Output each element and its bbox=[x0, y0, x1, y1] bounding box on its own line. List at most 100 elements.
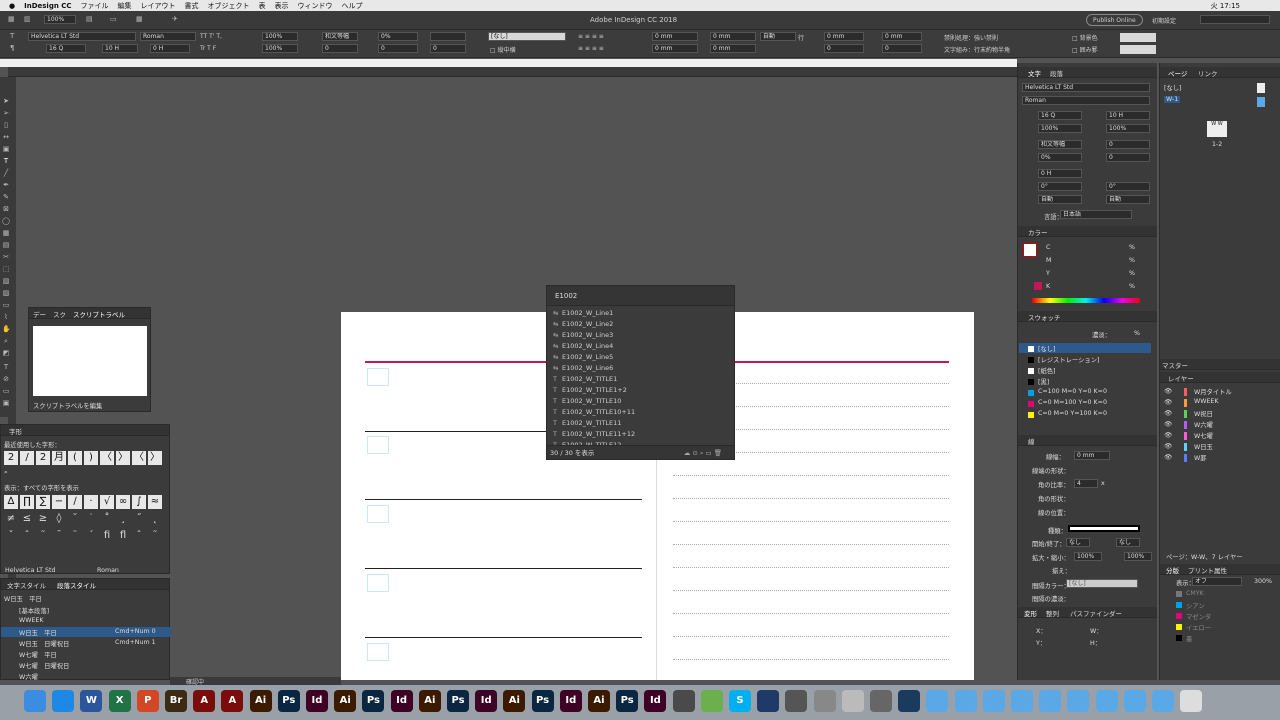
ink-item[interactable]: マゼンタ bbox=[1186, 612, 1211, 621]
tab-script[interactable]: スク bbox=[53, 309, 66, 319]
swatch-item[interactable]: [紙色] bbox=[1038, 366, 1056, 375]
eye-icon[interactable]: 👁 bbox=[1164, 420, 1172, 428]
glyph-cell[interactable]: ﬁ bbox=[100, 529, 114, 543]
glyph-cell[interactable]: ∏ bbox=[20, 495, 34, 509]
apple-icon[interactable]: ● bbox=[9, 2, 15, 10]
char-kerning[interactable]: 和文等幅 bbox=[1038, 140, 1082, 149]
menu-table[interactable]: 表 bbox=[259, 1, 266, 11]
scissors-tool-icon[interactable]: ✂ bbox=[2, 253, 10, 261]
eye-icon[interactable]: 👁 bbox=[1164, 387, 1172, 395]
safari-icon[interactable] bbox=[52, 690, 75, 712]
script-label-textarea[interactable] bbox=[33, 326, 147, 396]
folder2-icon[interactable] bbox=[954, 690, 977, 712]
glyph-cell[interactable]: ˜ bbox=[148, 529, 162, 543]
date-frame[interactable] bbox=[367, 643, 389, 661]
recent-glyph[interactable]: ) bbox=[84, 451, 98, 465]
pen-tool-icon[interactable]: ✒ bbox=[2, 181, 10, 189]
illustrator4-icon[interactable]: Ai bbox=[503, 690, 526, 712]
glyph-cell[interactable]: ˙ bbox=[84, 512, 98, 526]
frame-swatch[interactable] bbox=[1120, 45, 1156, 54]
layer-item[interactable]: W祝日 bbox=[1194, 409, 1213, 418]
master-thumb[interactable] bbox=[1257, 83, 1265, 93]
search-input[interactable] bbox=[1200, 15, 1270, 24]
finder-icon[interactable] bbox=[24, 690, 46, 712]
recent-glyph[interactable]: 〈 bbox=[100, 451, 114, 465]
gap-color-select[interactable]: [なし] bbox=[1066, 579, 1138, 588]
e1002-footer-icons[interactable]: ☁ ⊙ ⌕ ▭ 🗑 bbox=[684, 446, 722, 460]
zoom-tool-icon[interactable]: ⌕ bbox=[2, 337, 10, 345]
char-baseline[interactable]: 0 H bbox=[1038, 169, 1082, 178]
format-icon[interactable]: T bbox=[2, 363, 10, 371]
swatch-item[interactable]: [レジストレーション] bbox=[1038, 355, 1099, 364]
list-item[interactable]: T E1002_W_TITLE1 bbox=[547, 374, 734, 385]
folder5-icon[interactable] bbox=[1039, 690, 1062, 712]
trash-icon[interactable] bbox=[1180, 690, 1203, 712]
indesign2-icon[interactable]: Id bbox=[390, 690, 413, 712]
transform-tool-icon[interactable]: ⬚ bbox=[2, 265, 10, 273]
horizontal-ruler[interactable] bbox=[8, 67, 1017, 77]
pencil-tool-icon[interactable]: ✎ bbox=[2, 193, 10, 201]
indesign4-icon[interactable]: Id bbox=[559, 690, 582, 712]
master-w1[interactable]: W-1 bbox=[1164, 96, 1181, 103]
menu-view[interactable]: 表示 bbox=[275, 1, 289, 11]
illustrator-icon[interactable]: Ai bbox=[249, 690, 272, 712]
glyph-cell[interactable]: · bbox=[84, 495, 98, 509]
stroke-type-select[interactable] bbox=[1068, 525, 1140, 532]
list-item[interactable]: ⇆ E1002_W_Line1 bbox=[547, 308, 734, 319]
folder4-icon[interactable] bbox=[1011, 690, 1033, 712]
control-tsume[interactable]: 0% bbox=[378, 32, 418, 41]
glyph-cell[interactable]: ˇ bbox=[4, 529, 18, 543]
quicktime-icon[interactable] bbox=[898, 690, 921, 712]
layer-item[interactable]: W日玉 bbox=[1194, 442, 1213, 451]
recent-glyph[interactable]: / bbox=[20, 451, 34, 465]
indesign-icon[interactable]: Id bbox=[306, 690, 328, 712]
photoshop4-icon[interactable]: Ps bbox=[531, 690, 554, 712]
glyph-font[interactable]: Helvetica LT Std bbox=[5, 567, 55, 574]
menu-type[interactable]: 書式 bbox=[185, 1, 199, 11]
list-item[interactable]: T E1002_W_TITLE11+12 bbox=[547, 429, 734, 440]
arrange-icon[interactable]: ▦ bbox=[136, 15, 143, 23]
recent-glyph[interactable]: 〈 bbox=[132, 451, 146, 465]
illustrator5-icon[interactable]: Ai bbox=[588, 690, 610, 712]
list-item[interactable]: ⇆ E1002_W_Line4 bbox=[547, 341, 734, 352]
glyph-cell[interactable]: ≤ bbox=[20, 512, 34, 526]
folder6-icon[interactable] bbox=[1067, 690, 1090, 712]
frame-tool-icon[interactable]: ⊠ bbox=[2, 205, 10, 213]
gradient-tool-icon[interactable]: ▧ bbox=[2, 277, 10, 285]
control-indent1[interactable]: 0 mm bbox=[652, 32, 698, 41]
control-font-field[interactable]: Helvetica LT Std bbox=[28, 32, 136, 41]
control-style-field[interactable]: Roman bbox=[140, 32, 196, 41]
glyph-cell[interactable]: ˝ bbox=[132, 512, 146, 526]
tab-pages[interactable]: ページ bbox=[1168, 68, 1187, 78]
ink-item[interactable]: 墨 bbox=[1186, 634, 1192, 643]
control-num2[interactable]: 0 bbox=[430, 44, 466, 53]
powerpoint-icon[interactable]: P bbox=[136, 690, 159, 712]
list-item[interactable]: T E1002_W_TITLE10 bbox=[547, 396, 734, 407]
editor-icon[interactable] bbox=[700, 690, 723, 712]
list-item[interactable]: T E1002_W_TITLE10+11 bbox=[547, 407, 734, 418]
menu-window[interactable]: ウィンドウ bbox=[298, 1, 333, 11]
tab-separations[interactable]: 分版 bbox=[1166, 565, 1179, 575]
skype-icon[interactable]: S bbox=[729, 690, 751, 712]
tab-paragraph[interactable]: 段落 bbox=[1050, 68, 1063, 78]
folder8-icon[interactable] bbox=[1123, 690, 1146, 712]
layer-item[interactable]: W月タイトル bbox=[1194, 387, 1232, 396]
glyph-cell[interactable]: ˘ bbox=[68, 512, 82, 526]
glyph-cell[interactable]: √ bbox=[100, 495, 114, 509]
char-format-icon[interactable]: T bbox=[10, 32, 14, 40]
glyph-search-icon[interactable]: ⌕ bbox=[4, 469, 8, 477]
char-auto1[interactable]: 自動 bbox=[1038, 195, 1082, 204]
date-frame[interactable] bbox=[367, 574, 389, 592]
control-indent3[interactable]: 0 mm bbox=[710, 32, 756, 41]
screen-mode-icon[interactable]: ▭ bbox=[110, 15, 117, 23]
list-item[interactable]: ⇆ E1002_W_Line6 bbox=[547, 363, 734, 374]
mojikumi-value[interactable]: 行末約物半角 bbox=[974, 45, 1010, 54]
folder3-icon[interactable] bbox=[982, 690, 1005, 712]
shading-swatch[interactable] bbox=[1120, 33, 1156, 42]
ellipse-tool-icon[interactable]: ◯ bbox=[2, 217, 10, 225]
layer-item[interactable]: W七曜 bbox=[1194, 431, 1213, 440]
glyph-cell[interactable]: ¨ bbox=[68, 529, 82, 543]
glyph-cell[interactable]: ˆ bbox=[132, 529, 146, 543]
style-item[interactable]: W六曜 bbox=[19, 672, 38, 681]
eye-icon[interactable]: 👁 bbox=[1164, 442, 1172, 450]
